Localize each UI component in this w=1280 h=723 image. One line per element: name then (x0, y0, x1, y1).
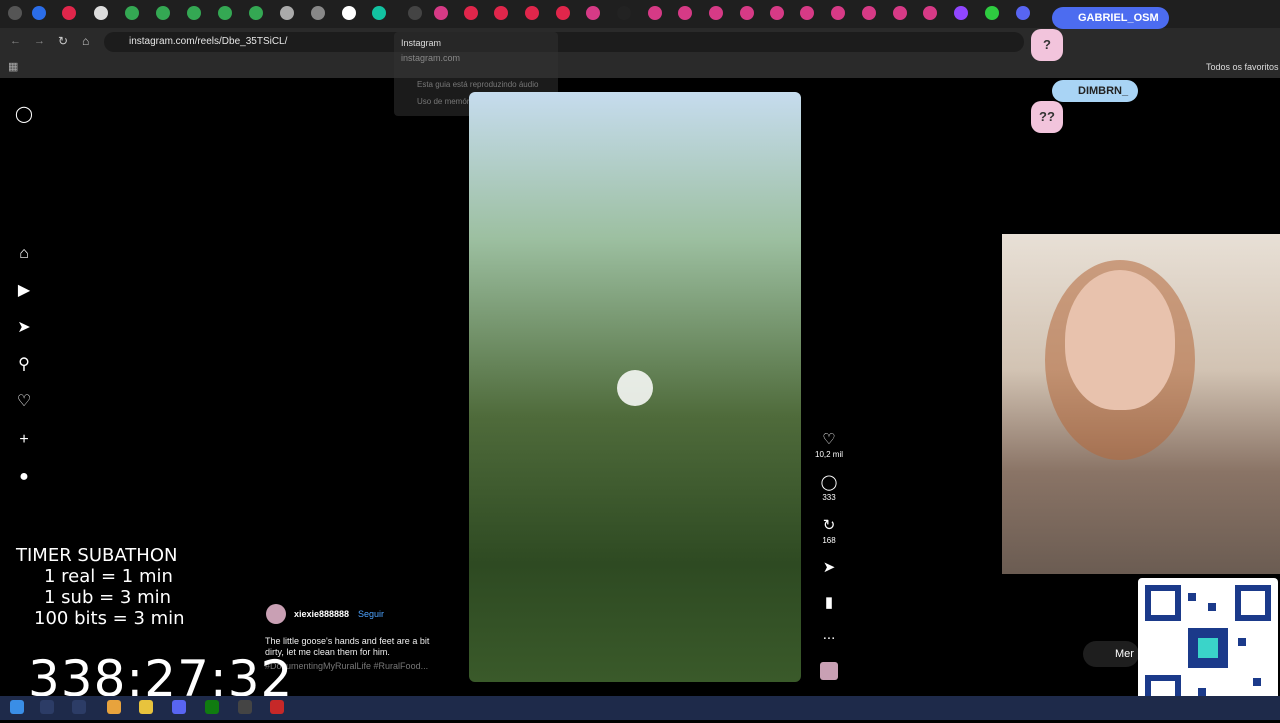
tab-favicon[interactable] (709, 6, 723, 20)
discord-icon[interactable] (172, 700, 186, 714)
tab-favicon[interactable] (770, 6, 784, 20)
more-button[interactable]: ... (815, 626, 843, 643)
create-icon[interactable]: + (14, 430, 34, 450)
search-taskbar-icon[interactable] (40, 700, 54, 714)
repost-count: 168 (822, 536, 836, 545)
bookmarks-bar: ▦ (0, 56, 1280, 78)
audio-thumbnail[interactable] (820, 662, 838, 680)
tab-favicon[interactable] (32, 6, 46, 20)
subathon-title: TIMER SUBATHON (16, 545, 178, 566)
direct-icon[interactable]: ➤ (14, 318, 34, 338)
heart-icon[interactable]: ♡ (14, 392, 34, 412)
tab-favicon[interactable] (740, 6, 754, 20)
tab-favicon[interactable] (94, 6, 108, 20)
obs-icon[interactable] (270, 700, 284, 714)
repost-icon: ↻ (822, 517, 836, 534)
tab-favicon[interactable] (311, 6, 325, 20)
tab-favicon[interactable] (464, 6, 478, 20)
start-icon[interactable] (10, 700, 24, 714)
follower-badge: GABRIEL_OSM (1052, 7, 1169, 29)
home-icon[interactable]: ⌂ (14, 244, 34, 264)
back-icon[interactable]: ← (10, 35, 21, 47)
close-tab-icon[interactable] (408, 6, 422, 20)
home-browser-icon[interactable]: ⌂ (82, 34, 89, 48)
comment-button[interactable]: ◯ 333 (815, 473, 843, 502)
tab-favicon[interactable] (678, 6, 692, 20)
tab-favicon[interactable] (125, 6, 139, 20)
subathon-rule: 1 sub = 3 min (44, 587, 172, 608)
tab-favicon[interactable] (831, 6, 845, 20)
app-icon[interactable] (238, 700, 252, 714)
comment-icon: ◯ (820, 474, 838, 491)
tab-favicon[interactable] (249, 6, 263, 20)
search-icon[interactable]: ⚲ (14, 355, 34, 375)
tab-favicon[interactable] (648, 6, 662, 20)
instagram-icon[interactable]: ◯ (14, 105, 34, 125)
save-button[interactable]: ▮ (815, 593, 843, 611)
tab-favicon[interactable] (156, 6, 170, 20)
tab-favicon[interactable] (62, 6, 76, 20)
merch-button[interactable]: Mer (1083, 641, 1139, 667)
tab-favicon[interactable] (494, 6, 508, 20)
forward-icon[interactable]: → (34, 35, 45, 47)
tab-favicon[interactable] (342, 6, 356, 20)
comment-count: 333 (822, 493, 836, 502)
tab-favicon[interactable] (1016, 6, 1030, 20)
follow-button[interactable]: Seguir (358, 609, 384, 619)
subathon-rule: 1 real = 1 min (44, 566, 173, 587)
profile-icon[interactable]: ● (14, 467, 34, 487)
like-button[interactable]: ♡ 10,2 mil (815, 430, 843, 459)
instagram-tab-favicon[interactable] (434, 6, 448, 20)
tab-favicon[interactable] (280, 6, 294, 20)
tab-favicon[interactable] (617, 6, 631, 20)
tab-favicon[interactable] (985, 6, 999, 20)
reel-username[interactable]: xiexie888888 (294, 609, 349, 619)
tooltip-audio: Esta guia está reproduzindo áudio (417, 80, 539, 89)
subathon-rule: 100 bits = 3 min (34, 608, 185, 629)
tab-favicon[interactable] (862, 6, 876, 20)
file-explorer-icon[interactable] (139, 700, 153, 714)
repost-button[interactable]: ↻ 168 (815, 516, 843, 545)
question-bubble: ? (1031, 29, 1063, 61)
reels-icon[interactable]: ▶ (14, 281, 34, 301)
tooltip-domain: instagram.com (401, 53, 461, 63)
play-icon[interactable] (617, 370, 653, 406)
webcam-face (1065, 270, 1175, 410)
tab-favicon[interactable] (218, 6, 232, 20)
tab-favicon[interactable] (800, 6, 814, 20)
more-icon: ... (822, 626, 836, 643)
send-icon: ➤ (822, 559, 836, 576)
tab-list-icon[interactable] (8, 6, 22, 20)
heart-icon: ♡ (822, 431, 836, 448)
apps-icon[interactable]: ▦ (8, 60, 18, 73)
bookmark-icon: ▮ (824, 594, 834, 611)
like-count: 10,2 mil (815, 450, 844, 459)
tab-favicon[interactable] (893, 6, 907, 20)
tab-favicon[interactable] (372, 6, 386, 20)
tab-favicon[interactable] (187, 6, 201, 20)
subathon-panel: TIMER SUBATHON 1 real = 1 min 1 sub = 3 … (16, 545, 216, 629)
xbox-icon[interactable] (205, 700, 219, 714)
follower-badge: DIMBRN_ (1052, 80, 1139, 102)
reload-icon[interactable]: ↻ (58, 34, 68, 48)
share-button[interactable]: ➤ (815, 558, 843, 576)
tab-favicon[interactable] (525, 6, 539, 20)
tab-favicon[interactable] (556, 6, 570, 20)
all-bookmarks-label[interactable]: Todos os favoritos (1206, 62, 1279, 72)
task-view-icon[interactable] (72, 700, 86, 714)
chrome-icon[interactable] (107, 700, 121, 714)
tab-favicon[interactable] (923, 6, 937, 20)
tab-favicon[interactable] (954, 6, 968, 20)
tooltip-title: Instagram (401, 38, 442, 48)
question-bubble: ?? (1031, 101, 1063, 133)
tab-favicon[interactable] (586, 6, 600, 20)
url-text[interactable]: instagram.com/reels/Dbe_35TSiCL/ (129, 36, 287, 47)
windows-taskbar (0, 696, 1280, 720)
avatar[interactable] (266, 604, 286, 624)
